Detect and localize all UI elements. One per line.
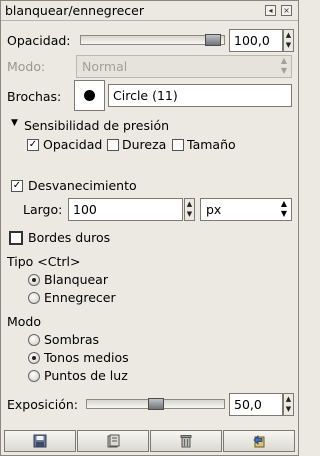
title-bar: blanquear/ennegrecer ◂ × <box>1 1 298 21</box>
save-icon <box>33 434 47 448</box>
brush-label: Brochas: <box>7 89 62 104</box>
opacity-spin-buttons[interactable]: ▲ ▼ <box>283 29 294 52</box>
pressure-opacity-checkbox[interactable]: ✓ <box>27 139 39 151</box>
opacity-slider[interactable] <box>80 34 225 46</box>
bottom-button-bar <box>4 430 295 452</box>
restore-icon <box>107 434 120 448</box>
mode-select-value: Normal <box>82 59 128 74</box>
range-shadows-label[interactable]: Sombras <box>44 332 99 347</box>
opacity-label: Opacidad: <box>7 33 71 48</box>
pressure-expander-label[interactable]: Sensibilidad de presión <box>24 118 169 133</box>
exposure-spin-buttons[interactable]: ▲ ▼ <box>283 393 294 416</box>
fade-checkbox[interactable]: ✓ <box>11 180 23 192</box>
mode-label: Modo: <box>7 59 46 74</box>
fade-length-spin-buttons[interactable]: ▲ ▼ <box>184 198 195 221</box>
exposure-slider[interactable] <box>86 398 225 410</box>
mode-select[interactable]: Normal ▲ ▼ <box>76 55 292 78</box>
exposure-slider-thumb[interactable] <box>148 398 164 410</box>
panel-menu-button[interactable]: ◂ <box>265 5 276 16</box>
pressure-hardness-checkbox[interactable] <box>107 139 119 151</box>
hard-edges-label[interactable]: Bordes duros <box>28 230 110 245</box>
fade-length-label: Largo: <box>23 202 63 217</box>
exposure-value-input[interactable]: 50,0 <box>229 393 283 416</box>
reset-options-button[interactable] <box>223 430 295 452</box>
range-highlights-label[interactable]: Puntos de luz <box>44 368 128 383</box>
hard-edges-checkbox[interactable] <box>9 231 23 245</box>
type-burn-radio[interactable] <box>28 292 40 304</box>
range-midtones-label[interactable]: Tonos medios <box>44 350 129 365</box>
pressure-size-label[interactable]: Tamaño <box>187 137 236 152</box>
delete-icon <box>180 435 192 448</box>
type-label: Tipo <Ctrl> <box>7 254 81 269</box>
range-mode-label: Modo <box>7 314 42 329</box>
brush-circle-icon <box>84 90 95 101</box>
type-dodge-label[interactable]: Blanquear <box>44 272 108 287</box>
chevron-updown-icon: ▲ ▼ <box>280 199 287 218</box>
save-options-button[interactable] <box>4 430 76 452</box>
restore-options-button[interactable] <box>77 430 149 452</box>
pressure-hardness-label[interactable]: Dureza <box>122 137 166 152</box>
chevron-updown-icon: ▲ ▼ <box>280 56 287 75</box>
range-shadows-radio[interactable] <box>28 334 40 346</box>
brush-name-field[interactable]: Circle (11) <box>108 84 292 107</box>
opacity-slider-thumb[interactable] <box>205 34 221 46</box>
panel-title: blanquear/ennegrecer <box>5 3 144 18</box>
fade-length-input[interactable]: 100 <box>68 198 183 221</box>
fade-unit-value: px <box>206 202 222 217</box>
reset-icon <box>253 435 265 448</box>
range-highlights-radio[interactable] <box>28 370 40 382</box>
delete-options-button[interactable] <box>150 430 222 452</box>
exposure-label: Exposición: <box>7 397 78 412</box>
type-dodge-radio[interactable] <box>28 274 40 286</box>
fade-unit-select[interactable]: px ▲ ▼ <box>200 198 292 221</box>
opacity-value-input[interactable]: 100,0 <box>229 29 283 52</box>
fade-label[interactable]: Desvanecimiento <box>28 178 137 193</box>
brush-preview-button[interactable] <box>74 80 105 111</box>
range-midtones-radio[interactable] <box>28 352 40 364</box>
pressure-opacity-label[interactable]: Opacidad <box>43 137 102 152</box>
type-burn-label[interactable]: Ennegrecer <box>44 290 116 305</box>
expander-arrow-icon[interactable]: ▼ <box>11 118 18 128</box>
pressure-size-checkbox[interactable] <box>172 139 184 151</box>
panel-close-button[interactable]: × <box>281 5 292 16</box>
